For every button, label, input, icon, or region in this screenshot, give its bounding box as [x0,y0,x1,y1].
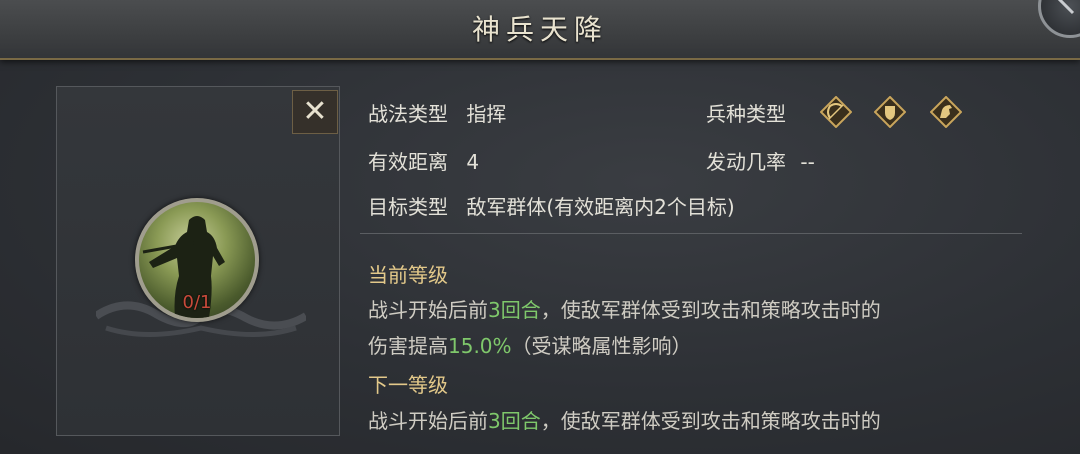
troop-type-label: 兵种类型 [706,102,786,126]
skill-level-text: 0/1 [182,292,212,313]
cavalry-icon[interactable] [930,96,962,128]
close-icon: ✕ [302,94,328,129]
title-bar: 神兵天降 [0,0,1080,60]
current-level-line1: 战斗开始后前3回合，使敌军群体受到攻击和策略攻击时的 [368,294,881,323]
archer-icon[interactable] [820,96,852,128]
trigger-rate-row: 发动几率 -- [706,146,815,175]
skill-title: 神兵天降 [471,13,608,46]
next-level-heading: 下一等级 [368,373,448,397]
target-type-row: 目标类型 敌军群体(有效距离内2个目标) [368,191,735,220]
desc-highlight: 15.0% [448,334,512,358]
desc-text: ，使敌军群体受到攻击和策略攻击时的 [540,409,881,433]
tactic-type-label: 战法类型 [368,102,448,126]
desc-text: 战斗开始后前 [368,409,488,433]
trigger-rate-value: -- [800,150,815,174]
tactic-type-value: 指挥 [466,102,507,126]
desc-text: 战斗开始后前 [368,298,488,322]
desc-highlight: 3回合 [488,409,541,433]
tactic-type-row: 战法类型 指挥 [368,98,506,127]
general-avatar[interactable]: 0/1 [135,198,259,322]
trigger-rate-label: 发动几率 [706,150,786,174]
desc-text: （受谋略属性影响） [511,334,692,358]
current-level-heading: 当前等级 [368,263,448,287]
range-value: 4 [466,150,480,174]
desc-highlight: 3回合 [488,298,541,322]
divider [360,233,1022,234]
target-type-label: 目标类型 [368,195,448,219]
close-button[interactable]: ✕ [292,90,338,134]
troop-type-row: 兵种类型 [706,98,786,127]
desc-text: ，使敌军群体受到攻击和策略攻击时的 [540,298,881,322]
desc-text: 伤害提高 [368,334,448,358]
shield-infantry-icon[interactable] [874,96,906,128]
next-level-line1: 战斗开始后前3回合，使敌军群体受到攻击和策略攻击时的 [368,405,881,434]
current-level-line2: 伤害提高15.0%（受谋略属性影响） [368,330,692,359]
sword-icon [1057,0,1075,15]
range-label: 有效距离 [368,150,448,174]
range-row: 有效距离 4 [368,146,479,175]
target-type-value: 敌军群体(有效距离内2个目标) [466,195,735,219]
